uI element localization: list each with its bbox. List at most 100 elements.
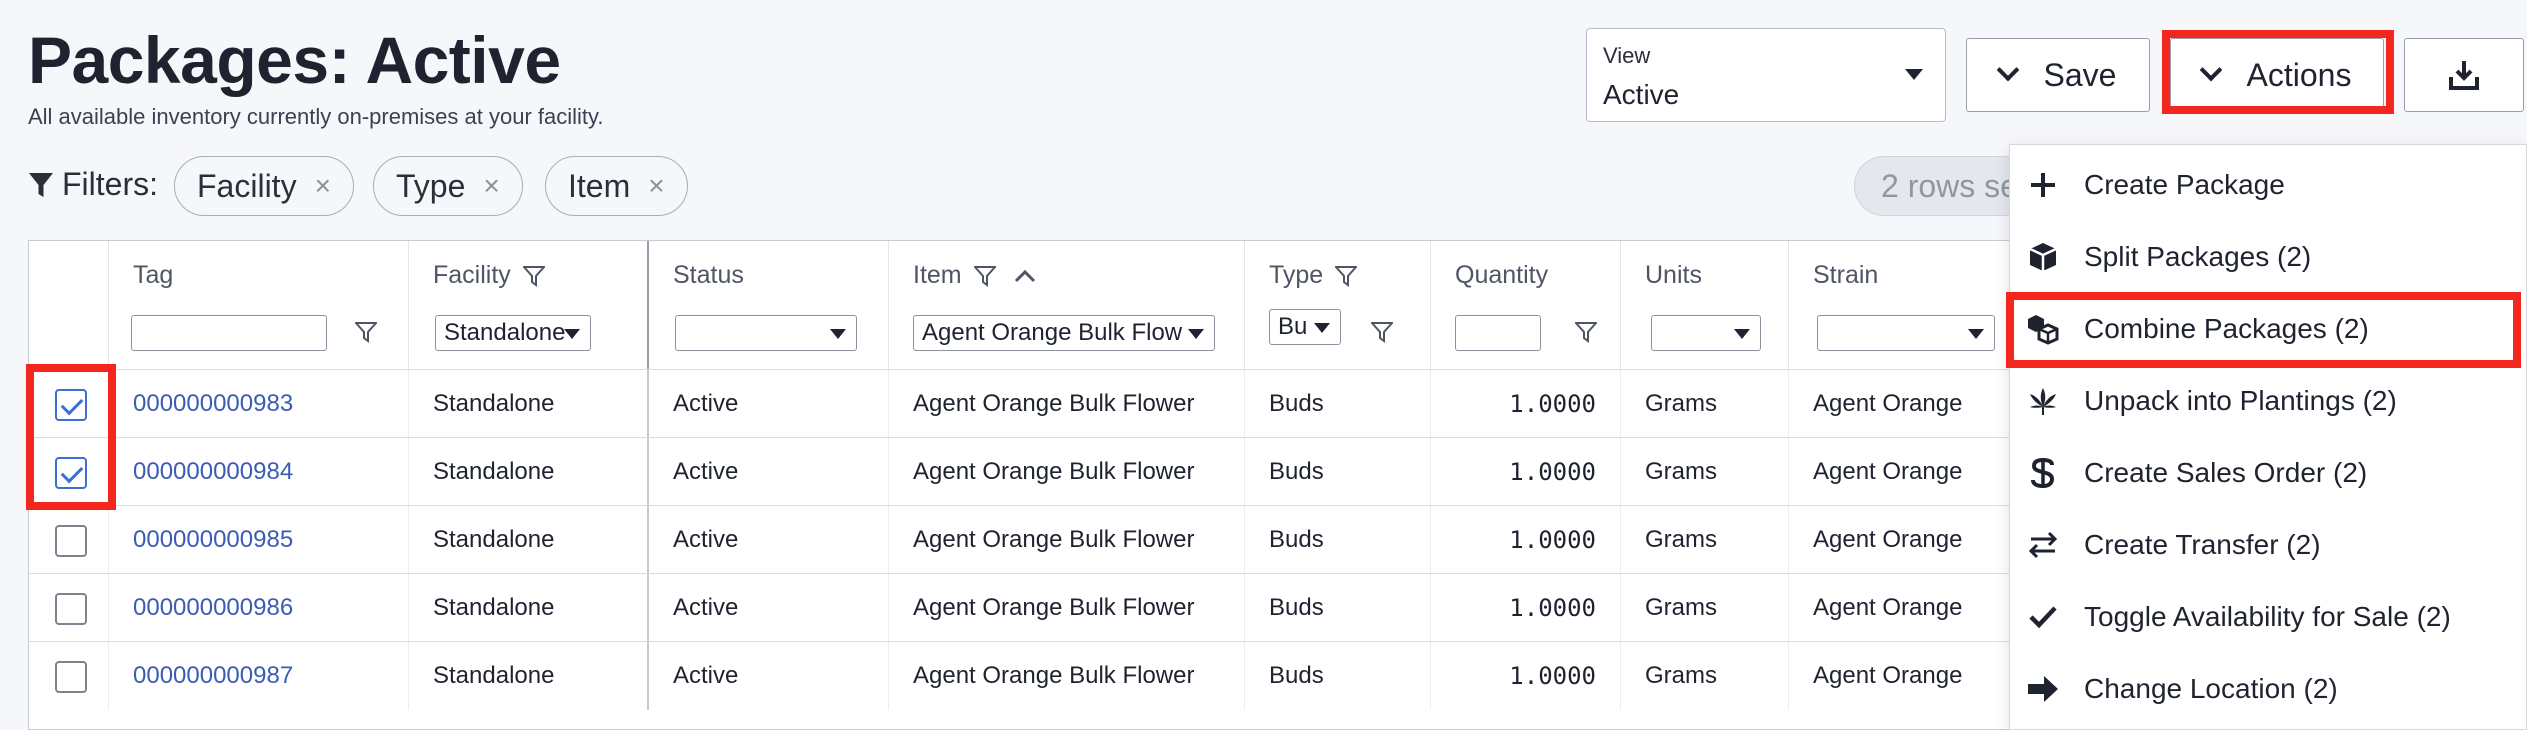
- actions-button-label: Actions: [2246, 56, 2352, 93]
- chevron-down-icon: [2199, 58, 2222, 82]
- close-icon[interactable]: ×: [483, 170, 499, 202]
- column-header-tag: Tag: [109, 241, 409, 369]
- caret-down-icon: [1314, 323, 1330, 333]
- row-select-cell: [29, 642, 109, 710]
- cell-facility: Standalone: [409, 506, 649, 574]
- table-row[interactable]: 000000000985 Standalone Active Agent Orange…: [29, 505, 2017, 574]
- cell-tag[interactable]: 000000000985: [109, 506, 409, 574]
- cell-tag[interactable]: 000000000987: [109, 642, 409, 710]
- funnel-icon[interactable]: [1335, 265, 1358, 287]
- table-row[interactable]: 000000000983 Standalone Active Agent Orange…: [29, 369, 2017, 438]
- funnel-icon[interactable]: [973, 265, 996, 287]
- facility-filter-select[interactable]: Standalone: [435, 315, 591, 351]
- view-select[interactable]: View Active: [1586, 28, 1946, 122]
- download-icon: [2449, 61, 2479, 90]
- cell-item: Agent Orange Bulk Flower: [889, 370, 1245, 438]
- filter-chip-item[interactable]: Item ×: [545, 156, 688, 216]
- row-checkbox[interactable]: [55, 457, 87, 489]
- page-subtitle: All available inventory currently on-pre…: [28, 104, 604, 129]
- cell-units: Grams: [1621, 506, 1789, 574]
- menu-item-split-packages[interactable]: Split Packages (2): [2010, 221, 2527, 293]
- column-header-type: Type Bu: [1245, 241, 1431, 369]
- table-row[interactable]: 000000000986 Standalone Active Agent Orange…: [29, 573, 2017, 642]
- cell-units: Grams: [1621, 642, 1789, 710]
- download-button[interactable]: [2404, 38, 2524, 112]
- row-checkbox[interactable]: [55, 525, 87, 557]
- cell-type: Buds: [1245, 574, 1431, 642]
- funnel-icon[interactable]: [355, 321, 377, 343]
- column-header-units: Units: [1621, 241, 1789, 369]
- filter-chip-type[interactable]: Type ×: [373, 156, 523, 216]
- funnel-icon[interactable]: [1575, 321, 1597, 343]
- caret-down-icon: [1188, 329, 1204, 339]
- menu-item-change-location[interactable]: Change Location (2): [2010, 653, 2527, 725]
- table-row[interactable]: 000000000984 Standalone Active Agent Orange…: [29, 437, 2017, 506]
- actions-button[interactable]: Actions: [2170, 38, 2384, 112]
- cell-type: Buds: [1245, 370, 1431, 438]
- save-button[interactable]: Save: [1966, 38, 2150, 112]
- view-select-value: Active: [1603, 79, 1680, 110]
- close-icon[interactable]: ×: [315, 170, 331, 202]
- chevron-down-icon: [1996, 58, 2019, 82]
- cell-strain: Agent Orange: [1789, 370, 2017, 438]
- cell-status: Active: [649, 370, 889, 438]
- view-select-label: View: [1603, 43, 1651, 68]
- caret-down-icon: [1968, 329, 1984, 339]
- units-filter-select[interactable]: [1651, 315, 1761, 351]
- tag-filter-input[interactable]: [131, 315, 327, 351]
- cell-type: Buds: [1245, 642, 1431, 710]
- table-row[interactable]: 000000000987 Standalone Active Agent Orange…: [29, 641, 2017, 710]
- cell-quantity: 1.0000: [1431, 642, 1621, 710]
- cell-quantity: 1.0000: [1431, 370, 1621, 438]
- cell-strain: Agent Orange: [1789, 438, 2017, 506]
- plant-leaf-icon: [2026, 384, 2060, 418]
- cell-facility: Standalone: [409, 370, 649, 438]
- strain-filter-select[interactable]: [1817, 315, 1995, 351]
- row-checkbox[interactable]: [55, 593, 87, 625]
- funnel-icon: [29, 172, 53, 197]
- box-icon: [2026, 240, 2060, 274]
- cell-type: Buds: [1245, 438, 1431, 506]
- row-checkbox[interactable]: [55, 389, 87, 421]
- cell-units: Grams: [1621, 438, 1789, 506]
- close-icon[interactable]: ×: [648, 170, 664, 202]
- menu-item-create-package[interactable]: Create Package: [2010, 149, 2527, 221]
- caret-down-icon: [1734, 329, 1750, 339]
- cell-tag[interactable]: 000000000983: [109, 370, 409, 438]
- row-select-cell: [29, 438, 109, 506]
- dollar-icon: [2026, 456, 2060, 490]
- filter-chip-facility[interactable]: Facility ×: [174, 156, 354, 216]
- status-filter-select[interactable]: [675, 315, 857, 351]
- cell-status: Active: [649, 506, 889, 574]
- column-header-quantity: Quantity: [1431, 241, 1621, 369]
- row-select-cell: [29, 574, 109, 642]
- arrow-right-icon: [2026, 672, 2060, 706]
- funnel-icon[interactable]: [1371, 321, 1393, 343]
- cell-tag[interactable]: 000000000984: [109, 438, 409, 506]
- cell-item: Agent Orange Bulk Flower: [889, 642, 1245, 710]
- menu-item-toggle-availability[interactable]: Toggle Availability for Sale (2): [2010, 581, 2527, 653]
- menu-item-combine-packages[interactable]: Combine Packages (2): [2010, 293, 2527, 365]
- column-header-strain: Strain: [1789, 241, 2017, 369]
- menu-item-create-transfer[interactable]: Create Transfer (2): [2010, 509, 2527, 581]
- plus-icon: [2026, 168, 2060, 202]
- sort-ascending-icon[interactable]: [1014, 268, 1036, 284]
- cell-tag[interactable]: 000000000986: [109, 574, 409, 642]
- cell-item: Agent Orange Bulk Flower: [889, 438, 1245, 506]
- type-filter-select[interactable]: Bu: [1269, 309, 1341, 345]
- funnel-icon[interactable]: [522, 265, 545, 287]
- caret-down-icon: [1905, 69, 1923, 80]
- column-header-status: Status: [649, 241, 889, 369]
- cell-units: Grams: [1621, 370, 1789, 438]
- row-select-cell: [29, 370, 109, 438]
- menu-item-create-sales-order[interactable]: Create Sales Order (2): [2010, 437, 2527, 509]
- menu-item-unpack-into-plantings[interactable]: Unpack into Plantings (2): [2010, 365, 2527, 437]
- item-filter-select[interactable]: Agent Orange Bulk Flow: [913, 315, 1215, 351]
- row-select-cell: [29, 506, 109, 574]
- cell-quantity: 1.0000: [1431, 574, 1621, 642]
- cell-units: Grams: [1621, 574, 1789, 642]
- cell-status: Active: [649, 574, 889, 642]
- cell-item: Agent Orange Bulk Flower: [889, 574, 1245, 642]
- row-checkbox[interactable]: [55, 661, 87, 693]
- quantity-filter-input[interactable]: [1455, 315, 1541, 351]
